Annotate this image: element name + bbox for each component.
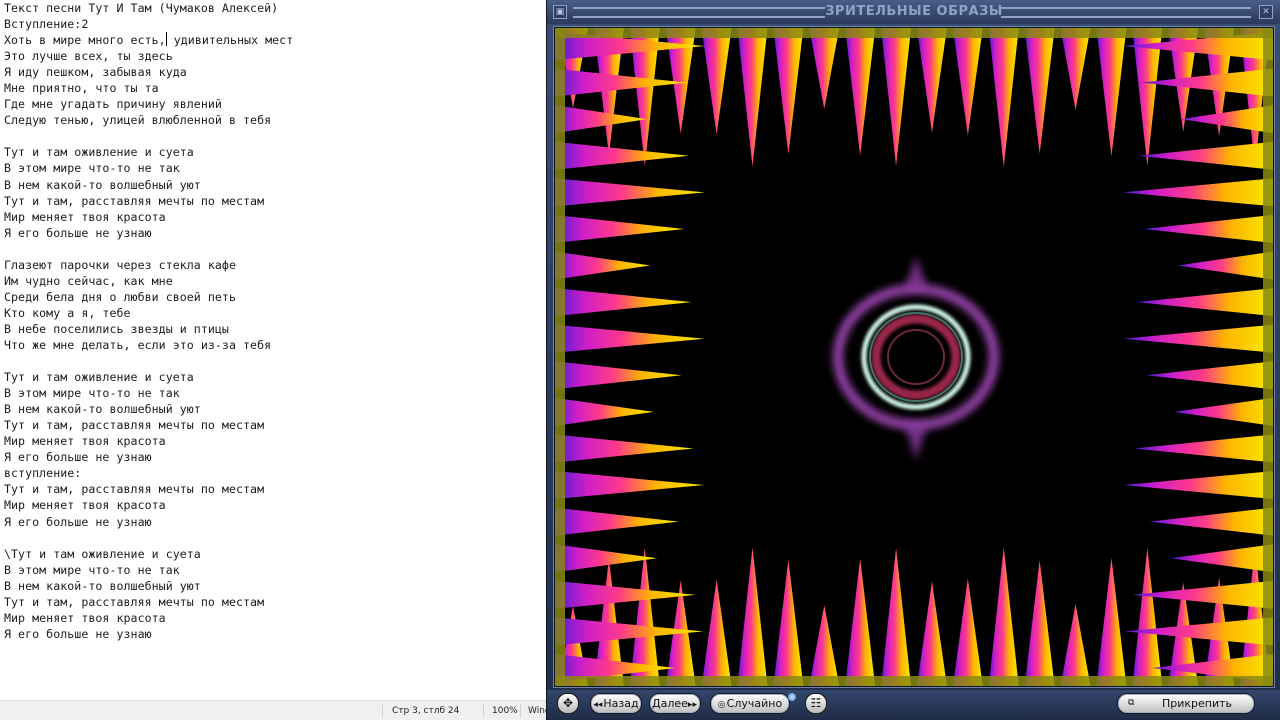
lyrics-line: В нем какой-то волшебный уют xyxy=(4,402,201,417)
lyrics-line: В нем какой-то волшебный уют xyxy=(4,177,201,192)
rewind-icon: ◂◂ xyxy=(593,700,603,710)
lyrics-line: Тут и там, расставляя мечты по местам xyxy=(4,482,265,497)
lyrics-line: Это лучше всех, ты здесь xyxy=(4,49,173,64)
lyrics-line: Где мне угадать причину явлений xyxy=(4,97,222,112)
lyrics-line-before-caret: Хоть в мире много есть, xyxy=(4,33,166,48)
lyrics-line: Мир меняет твоя красота xyxy=(4,498,166,513)
notepad-status-bar: Стр 3, стлб 24 100% Wind xyxy=(0,700,548,720)
visualization-edge-band xyxy=(1263,28,1273,686)
lyrics-line: Мир меняет твоя красота xyxy=(4,209,166,224)
status-separator xyxy=(520,703,521,718)
shuffle-icon: ◎ xyxy=(717,700,726,710)
lyrics-line: Хоть в мире много есть, удивительных мес… xyxy=(4,32,544,48)
lyrics-line: Что же мне делать, если это из-за тебя xyxy=(4,337,272,352)
next-button-label: Далее xyxy=(652,697,688,710)
lyrics-line: Вступление:2 xyxy=(4,17,89,32)
visualization-canvas xyxy=(555,28,1273,686)
lyrics-line xyxy=(4,128,544,144)
attach-button[interactable]: ⧉ Прикрепить xyxy=(1117,693,1255,714)
random-indicator-icon xyxy=(788,693,796,701)
status-zoom: 100% xyxy=(492,706,518,716)
visualization-frame xyxy=(553,26,1275,688)
visualization-toolbar: ✥ ◂◂Назад Далее▸▸ ◎Случайно ☷ ⧉ Прикрепи… xyxy=(547,690,1280,720)
lyrics-line: Мир меняет твоя красота xyxy=(4,434,166,449)
lyrics-line: Тут и там, расставляя мечты по местам xyxy=(4,418,265,433)
lyrics-line: Я его больше не узнаю xyxy=(4,225,152,240)
move-icon[interactable]: ✥ xyxy=(557,693,579,714)
lyrics-line: Тут и там оживление и суета xyxy=(4,145,194,160)
lyrics-line xyxy=(4,241,544,257)
lyrics-line: В этом мире что-то не так xyxy=(4,386,180,401)
lyrics-line: Среди бела дня о любви своей петь xyxy=(4,289,236,304)
lyrics-line xyxy=(4,530,544,546)
lyrics-line: В этом мире что-то не так xyxy=(4,161,180,176)
status-encoding: Wind xyxy=(528,706,548,716)
visualization-edge-band xyxy=(555,676,1273,686)
lyrics-line: \Тут и там оживление и суета xyxy=(4,546,201,561)
lyrics-line: Текст песни Тут И Там (Чумаков Алексей) xyxy=(4,1,279,15)
back-button[interactable]: ◂◂Назад xyxy=(590,693,642,714)
lyrics-line: Я иду пешком, забывая куда xyxy=(4,65,187,80)
titlebar-grip xyxy=(1001,7,1251,18)
visualization-titlebar[interactable]: ▣ ЗРИТЕЛЬНЫЕ ОБРАЗЫ ✕ xyxy=(547,0,1280,24)
lyrics-line: В небе поселились звезды и птицы xyxy=(4,321,229,336)
lyrics-line: Тут и там, расставляя мечты по местам xyxy=(4,193,265,208)
lyrics-line: Тут и там, расставляя мечты по местам xyxy=(4,594,265,609)
lyrics-line: Я его больше не узнаю xyxy=(4,626,152,641)
notepad-window: Текст песни Тут И Там (Чумаков Алексей) В… xyxy=(0,0,548,720)
lyrics-line: Я его больше не узнаю xyxy=(4,514,152,529)
lyrics-line-after-caret: удивительных мест xyxy=(166,33,294,48)
visualization-edge-band xyxy=(555,28,565,686)
next-button[interactable]: Далее▸▸ xyxy=(649,693,701,714)
status-separator xyxy=(382,703,383,718)
lyrics-line: В нем какой-то волшебный уют xyxy=(4,578,201,593)
lyrics-line: Глазеют парочки через стекла кафе xyxy=(4,257,236,272)
lyrics-line: Я его больше не узнаю xyxy=(4,450,152,465)
close-icon[interactable]: ✕ xyxy=(1259,5,1273,19)
random-button[interactable]: ◎Случайно xyxy=(710,693,790,714)
attach-button-label: Прикрепить xyxy=(1162,697,1233,710)
lyrics-line: вступление: xyxy=(4,466,82,481)
lyrics-line: В этом мире что-то не так xyxy=(4,562,180,577)
back-button-label: Назад xyxy=(603,697,639,710)
attach-icon: ⧉ xyxy=(1128,698,1135,708)
lyrics-line: Тут и там оживление и суета xyxy=(4,370,194,385)
list-icon[interactable]: ☷ xyxy=(805,693,827,714)
lyrics-line: Следую тенью, улицей влюбленной в тебя xyxy=(4,113,272,128)
lyrics-line: Кто кому а я, тебе xyxy=(4,305,131,320)
visualization-edge-band xyxy=(555,28,1273,38)
lyrics-line: Мир меняет твоя красота xyxy=(4,610,166,625)
status-cursor-position: Стр 3, стлб 24 xyxy=(392,706,460,716)
random-button-label: Случайно xyxy=(726,697,783,710)
status-separator xyxy=(483,703,484,718)
visualization-window: ▣ ЗРИТЕЛЬНЫЕ ОБРАЗЫ ✕ ✥ ◂◂Назад Далее▸▸ … xyxy=(546,0,1280,720)
lyrics-line: Мне приятно, что ты та xyxy=(4,81,159,96)
lyrics-line: Им чудно сейчас, как мне xyxy=(4,273,173,288)
lyrics-text-area[interactable]: Текст песни Тут И Там (Чумаков Алексей) В… xyxy=(4,0,544,642)
forward-icon: ▸▸ xyxy=(687,700,697,710)
lyrics-line xyxy=(4,353,544,369)
